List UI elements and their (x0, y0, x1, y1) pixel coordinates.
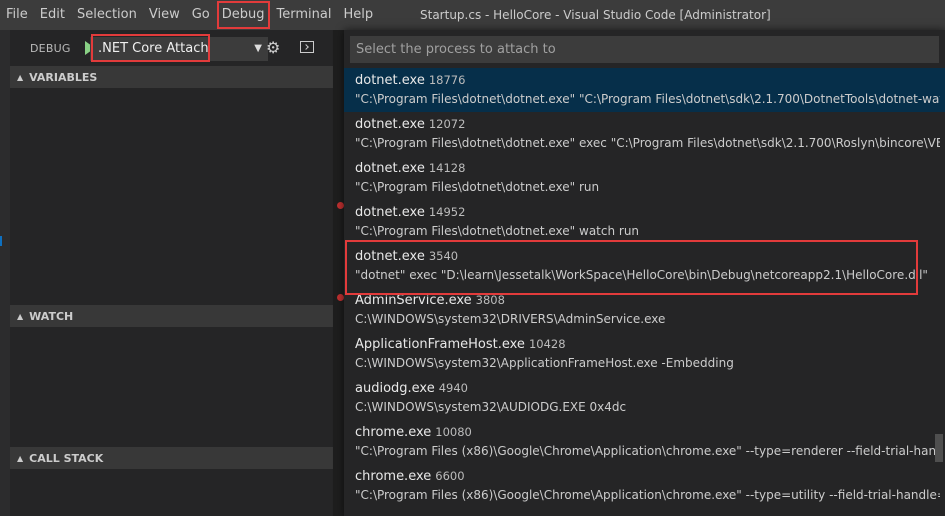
process-item[interactable]: ApplicationFrameHost.exe 10428 C:\WINDOWS… (344, 332, 945, 376)
window-title: Startup.cs - HelloCore - Visual Studio C… (420, 8, 771, 22)
process-item[interactable]: dotnet.exe 18776 "C:\Program Files\dotnet… (344, 68, 945, 112)
section-variables[interactable]: ▲ VARIABLES (10, 66, 333, 88)
menu-bar: File Edit Selection View Go Debug Termin… (0, 0, 379, 30)
menu-selection[interactable]: Selection (71, 0, 143, 30)
process-pid: 14952 (428, 205, 466, 219)
gear-icon[interactable]: ⚙ (266, 38, 280, 57)
chevron-down-icon: ▼ (254, 43, 262, 54)
quickpick-scrollbar[interactable] (935, 434, 943, 462)
process-pid: 14128 (428, 161, 466, 175)
process-command: "C:\Program Files (x86)\Google\Chrome\Ap… (355, 444, 940, 458)
process-item[interactable]: dotnet.exe 14952 "C:\Program Files\dotnet… (344, 200, 945, 244)
process-item[interactable]: audiodg.exe 4940 C:\WINDOWS\system32\AUDI… (344, 376, 945, 420)
activity-bar (0, 30, 10, 516)
process-item[interactable]: dotnet.exe 12072 "C:\Program Files\dotnet… (344, 112, 945, 156)
process-command: C:\WINDOWS\system32\ApplicationFrameHost… (355, 356, 734, 370)
process-command: C:\WINDOWS\system32\AUDIODG.EXE 0x4dc (355, 400, 627, 414)
section-call-stack-label: CALL STACK (29, 451, 104, 465)
title-bar: File Edit Selection View Go Debug Termin… (0, 0, 945, 30)
process-command: "C:\Program Files (x86)\Google\Chrome\Ap… (355, 488, 940, 502)
process-command: "C:\Program Files\dotnet\dotnet.exe" exe… (355, 136, 940, 150)
menu-help[interactable]: Help (337, 0, 379, 30)
menu-view[interactable]: View (143, 0, 186, 30)
debug-sidebar: DEBUG .NET Core Attach ▼ ⚙ ▲ VARIABLES ▲… (10, 30, 333, 516)
process-item[interactable]: dotnet.exe 14128 "C:\Program Files\dotnet… (344, 156, 945, 200)
section-call-stack[interactable]: ▲ CALL STACK (10, 447, 333, 469)
process-command: C:\WINDOWS\system32\DRIVERS\AdminService… (355, 312, 666, 326)
process-pid: 3808 (475, 293, 505, 307)
breakpoint-dot[interactable] (337, 202, 344, 209)
process-name: dotnet.exe (355, 161, 425, 176)
menu-edit[interactable]: Edit (34, 0, 71, 30)
section-watch-label: WATCH (29, 309, 74, 323)
process-name: dotnet.exe (355, 73, 425, 88)
collapse-triangle-icon: ▲ (17, 453, 24, 463)
collapse-triangle-icon: ▲ (17, 311, 24, 321)
quickpick-input[interactable]: Select the process to attach to (350, 36, 939, 63)
process-item[interactable]: chrome.exe 10080 "C:\Program Files (x86)\… (344, 420, 945, 464)
process-name: dotnet.exe (355, 117, 425, 132)
process-name: ApplicationFrameHost.exe (355, 337, 525, 352)
menu-terminal[interactable]: Terminal (271, 0, 338, 30)
menu-file[interactable]: File (0, 0, 34, 30)
terminal-icon[interactable] (300, 41, 314, 53)
process-name: AdminService.exe (355, 293, 472, 308)
process-command: "C:\Program Files\dotnet\dotnet.exe" wat… (355, 224, 640, 238)
process-pid: 4940 (438, 381, 469, 395)
process-pid: 6600 (435, 469, 465, 483)
config-highlight-box (91, 34, 210, 62)
vscode-window: File Edit Selection View Go Debug Termin… (0, 0, 945, 516)
breakpoint-dot[interactable] (337, 294, 344, 301)
process-name: audiodg.exe (355, 381, 435, 396)
process-name: chrome.exe (355, 469, 432, 484)
menu-go[interactable]: Go (186, 0, 216, 30)
section-watch[interactable]: ▲ WATCH (10, 305, 333, 327)
section-variables-label: VARIABLES (29, 70, 98, 84)
process-pid: 10080 (435, 425, 472, 439)
process-pid: 12072 (428, 117, 466, 131)
active-indicator (0, 236, 2, 246)
selected-process-highlight-box (345, 240, 918, 295)
debug-label: DEBUG (30, 41, 71, 55)
process-pid: 18776 (428, 73, 466, 87)
process-name: dotnet.exe (355, 205, 425, 220)
process-command: "C:\Program Files\dotnet\dotnet.exe" "C:… (355, 92, 940, 106)
process-item[interactable]: chrome.exe 6600 "C:\Program Files (x86)\G… (344, 464, 945, 508)
process-pid: 10428 (528, 337, 566, 351)
process-name: chrome.exe (355, 425, 432, 440)
collapse-triangle-icon: ▲ (17, 72, 24, 82)
process-command: "C:\Program Files\dotnet\dotnet.exe" run (355, 180, 600, 194)
menu-debug[interactable]: Debug (216, 0, 271, 30)
